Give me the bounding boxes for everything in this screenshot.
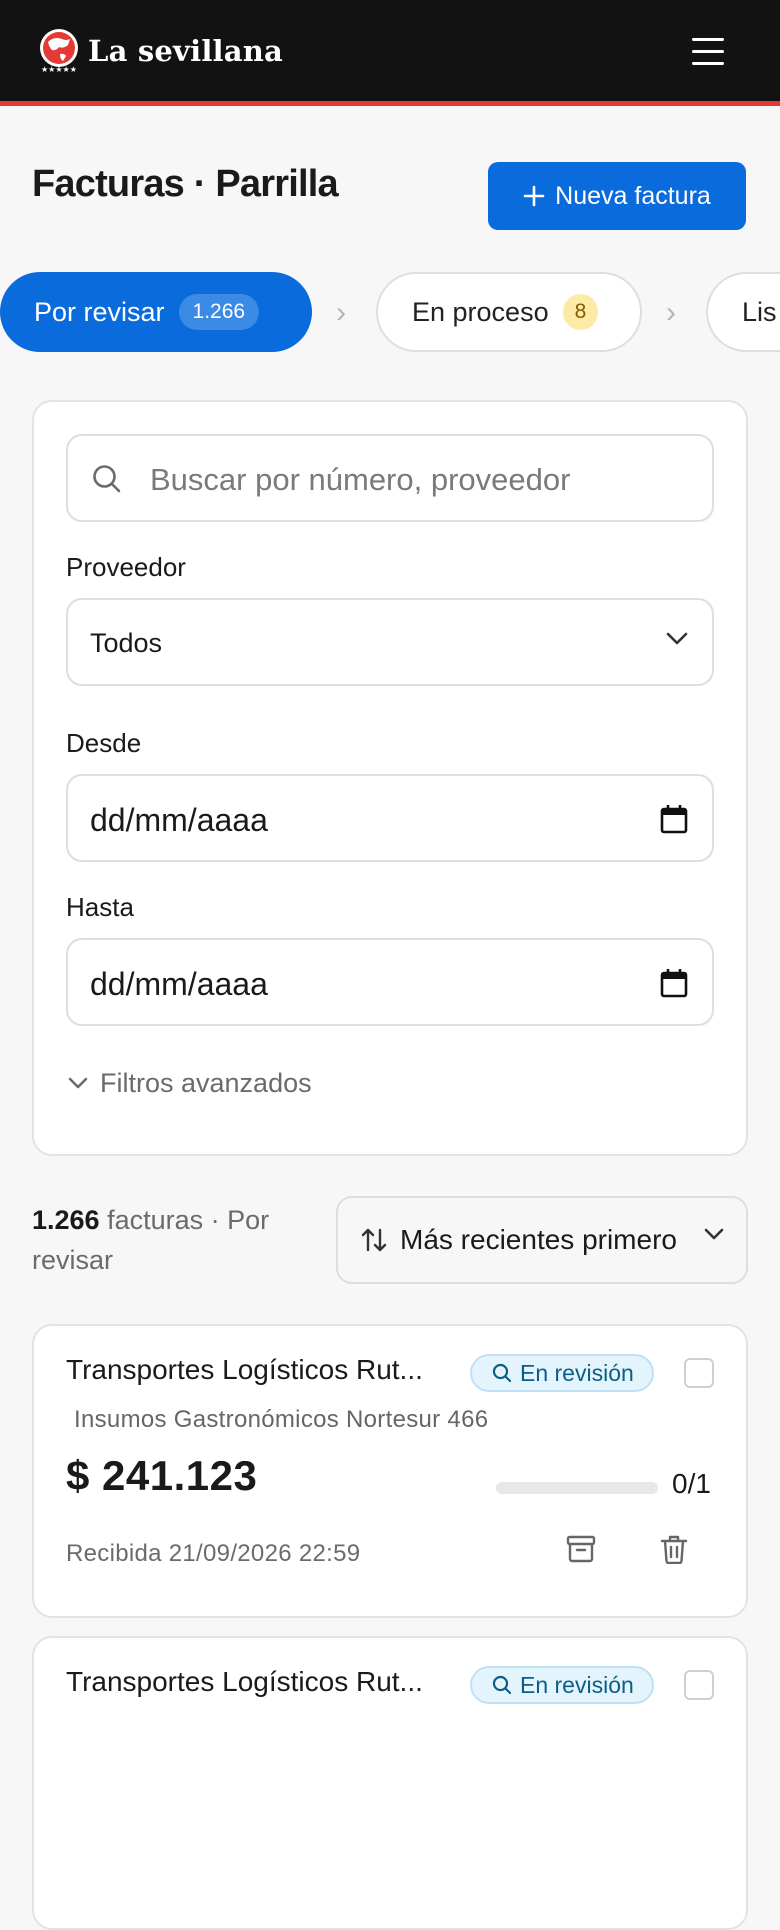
invoice-card[interactable]: Transportes Logísticos Rut... En revisió… [32,1324,748,1618]
sort-arrows-icon [361,1228,387,1252]
status-badge: En revisión [470,1354,654,1392]
menu-button[interactable] [692,38,724,68]
tab-count-badge: 8 [562,294,599,330]
provider-select[interactable]: Todos [66,598,714,686]
select-checkbox[interactable] [684,1358,714,1388]
chevron-down-icon [666,632,688,645]
search-icon [93,465,121,493]
search-input[interactable]: Buscar por número, proveedor [66,434,714,522]
calendar-icon[interactable] [660,968,688,998]
brand-name: La sevillana [88,34,284,68]
trash-icon[interactable] [660,1534,688,1564]
svg-text:★★★★★: ★★★★★ [41,65,77,74]
sort-label: Más recientes primero [400,1224,677,1255]
sort-select[interactable]: Más recientes primero [336,1196,748,1284]
chevron-right-icon: › [336,296,346,329]
plus-icon [523,185,545,207]
search-icon [492,1363,512,1383]
new-invoice-button[interactable]: Nueva factura [488,162,746,230]
tab-en-proceso[interactable]: En proceso 8 [376,272,642,352]
select-checkbox[interactable] [684,1670,714,1700]
search-placeholder: Buscar por número, proveedor [150,462,571,497]
page-title: Facturas · Parrilla [32,163,339,205]
to-label: Hasta [66,892,134,922]
invoice-title: Transportes Logísticos Rut... [66,1354,423,1385]
tab-label: En proceso [412,296,549,327]
search-icon [492,1675,512,1695]
progress-bar [496,1482,658,1494]
status-badge: En revisión [470,1666,654,1704]
chevron-right-icon: › [666,296,676,329]
chevron-down-icon [704,1228,724,1240]
tab-count-badge: 1.266 [178,294,260,330]
progress-label: 0/1 [672,1468,711,1499]
archive-icon[interactable] [566,1534,596,1564]
globe-logo-icon: ★★★★★ [40,29,78,74]
chevron-down-icon [68,1077,88,1089]
from-label: Desde [66,728,142,758]
status-label: En revisión [520,1671,634,1698]
tab-label: Por revisar [34,296,165,327]
to-date-value: dd/mm/aaaa [90,966,268,1002]
tab-por-revisar[interactable]: Por revisar 1.266 [0,272,312,352]
new-invoice-label: Nueva factura [555,181,711,210]
provider-value: Todos [90,628,163,658]
provider-label: Proveedor [66,552,186,582]
tab-listo[interactable]: Lis [706,272,780,352]
from-date-field[interactable]: dd/mm/aaaa [66,774,714,862]
to-date-field[interactable]: dd/mm/aaaa [66,938,714,1026]
results-summary: 1.266 facturas · Por revisar [32,1200,332,1280]
invoice-subtitle: Insumos Gastronómicos Nortesur 466 [74,1406,489,1433]
hamburger-menu-icon [692,38,724,41]
status-label: En revisión [520,1359,634,1386]
invoice-card[interactable]: Transportes Logísticos Rut... En revisió… [32,1636,748,1930]
advanced-filters-label: Filtros avanzados [100,1068,312,1098]
calendar-icon[interactable] [660,804,688,834]
advanced-filters-toggle[interactable]: Filtros avanzados [68,1068,312,1099]
tab-label: Lis [742,296,777,327]
received-date: Recibida 21/09/2026 22:59 [66,1540,361,1567]
from-date-value: dd/mm/aaaa [90,802,268,838]
top-bar: ★★★★★ La sevillana [0,0,780,106]
results-count: 1.266 [32,1205,100,1235]
invoice-amount: $ 241.123 [66,1452,258,1499]
brand-logo[interactable]: ★★★★★ La sevillana [36,28,283,74]
invoice-title: Transportes Logísticos Rut... [66,1666,423,1697]
